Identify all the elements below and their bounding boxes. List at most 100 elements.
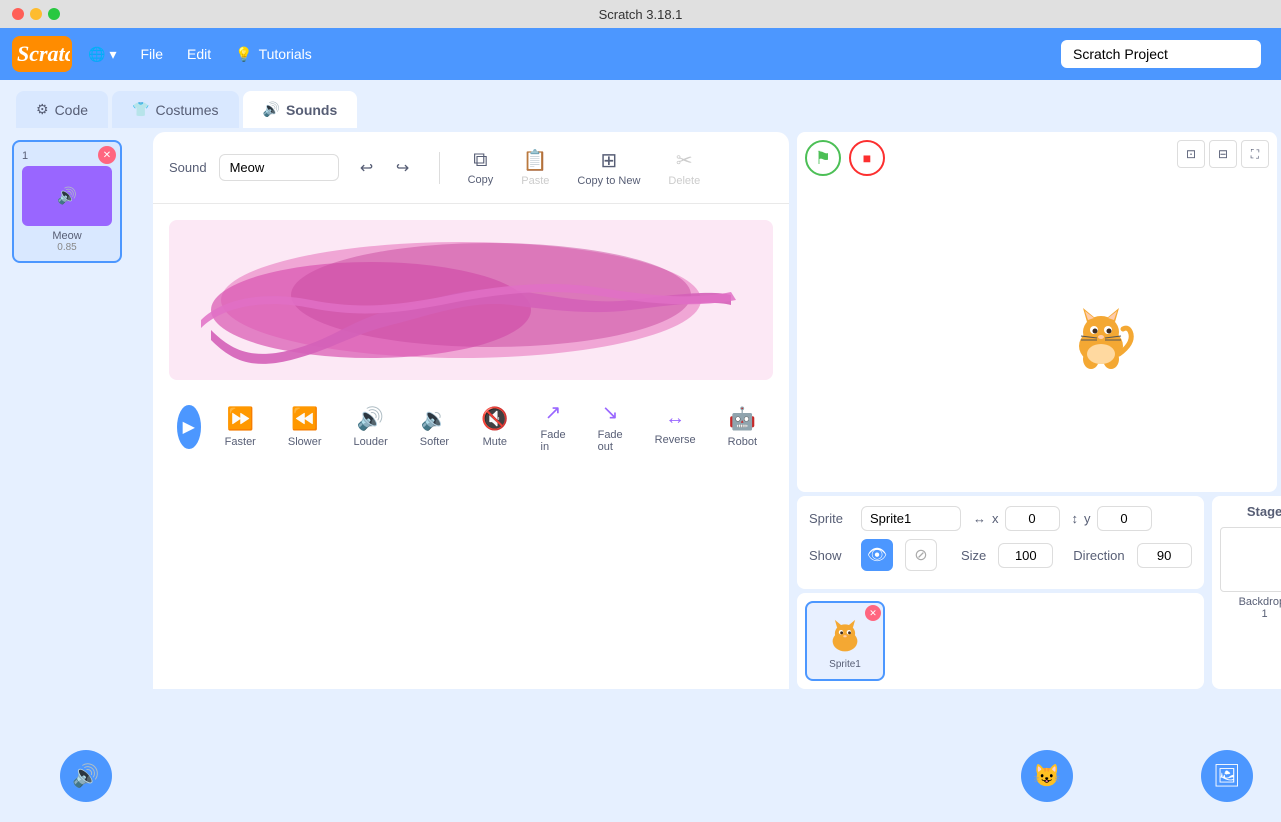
tab-sounds[interactable]: 🔊 Sounds [243, 91, 358, 128]
paste-action[interactable]: 📋 Paste [513, 144, 557, 191]
scratch-logo: Scratch [12, 36, 72, 72]
stage: ⚑ ■ ⊡ ⊟ ⛶ [797, 132, 1277, 492]
paste-icon: 📋 [523, 148, 548, 173]
sprite-area: Sprite ↔ x ↕ y [797, 496, 1204, 689]
faster-effect[interactable]: ⏩ Faster [217, 402, 264, 452]
delete-action[interactable]: ✂ Delete [660, 144, 708, 191]
fade-out-label: Fade out [598, 429, 623, 453]
x-input[interactable] [1005, 506, 1060, 531]
y-input[interactable] [1097, 506, 1152, 531]
sprite-delete-button[interactable]: ✕ [865, 605, 881, 621]
medium-stage-button[interactable]: ⊟ [1209, 140, 1237, 168]
waveform-container[interactable] [169, 220, 773, 380]
add-sound-button[interactable]: 🔊 [60, 750, 112, 802]
sound-editor: Sound ↩ ↪ ⧉ Copy 📋 Paste ⊞ Copy to New ✂… [153, 132, 789, 689]
delete-icon: ✂ [676, 148, 693, 173]
sound-list: ✕ 1 🔊 Meow 0.85 [4, 132, 149, 689]
sound-delete-button[interactable]: ✕ [98, 146, 116, 164]
waveform-svg [169, 220, 773, 380]
robot-icon: 🤖 [729, 406, 756, 432]
show-label: Show [809, 548, 849, 563]
edit-menu[interactable]: Edit [179, 42, 219, 66]
tutorials-button[interactable]: 💡 Tutorials [227, 42, 320, 67]
reverse-label: Reverse [655, 434, 696, 446]
sprite-name-input[interactable] [861, 506, 961, 531]
louder-effect[interactable]: 🔊 Louder [345, 402, 395, 452]
softer-effect[interactable]: 🔉 Softer [412, 402, 457, 452]
tutorials-icon: 💡 [235, 46, 252, 63]
playback-controls: ▶ ⏩ Faster ⏪ Slower 🔊 Louder 🔉 Softer [169, 380, 773, 473]
minimize-button[interactable] [30, 8, 42, 20]
copy-to-new-action[interactable]: ⊞ Copy to New [569, 144, 648, 191]
stage-thumbnail[interactable] [1220, 527, 1281, 592]
robot-label: Robot [728, 436, 757, 448]
copy-action[interactable]: ⧉ Copy [460, 145, 502, 190]
mute-icon: 🔇 [481, 406, 508, 432]
paste-label: Paste [521, 175, 549, 187]
list-item[interactable]: ✕ Sprite1 [805, 601, 885, 681]
language-selector[interactable]: 🌐 ▾ [80, 42, 124, 67]
reverse-effect[interactable]: ↔ Reverse [647, 403, 704, 450]
add-sound-icon: 🔊 [72, 763, 99, 789]
fade-out-icon: ↘ [602, 400, 619, 425]
slower-effect[interactable]: ⏪ Slower [280, 402, 330, 452]
sound-item-duration: 0.85 [22, 242, 112, 253]
stop-button[interactable]: ■ [849, 140, 885, 176]
tab-costumes[interactable]: 👕 Costumes [112, 91, 238, 128]
show-eye-button[interactable]: 👁 [861, 539, 893, 571]
y-coord-group: ↕ y [1072, 506, 1152, 531]
undo-redo-group: ↩ ↪ [351, 152, 419, 184]
fade-in-label: Fade in [541, 429, 566, 453]
mute-label: Mute [483, 436, 507, 448]
close-button[interactable] [12, 8, 24, 20]
menubar: Scratch 🌐 ▾ File Edit 💡 Tutorials [0, 28, 1281, 80]
redo-button[interactable]: ↪ [387, 152, 419, 184]
sprite-bottom: Sprite ↔ x ↕ y [797, 496, 1277, 689]
small-stage-button[interactable]: ⊡ [1177, 140, 1205, 168]
fade-out-effect[interactable]: ↘ Fade out [590, 396, 631, 457]
y-label: y [1084, 511, 1091, 526]
add-sprite-button[interactable]: 😺 [1021, 750, 1073, 802]
sound-thumbnail: 🔊 [22, 166, 112, 226]
y-arrows-icon: ↕ [1072, 511, 1079, 526]
mute-effect[interactable]: 🔇 Mute [473, 402, 516, 452]
window-title: Scratch 3.18.1 [599, 7, 683, 22]
sounds-tab-label: Sounds [286, 102, 337, 118]
x-coord-group: ↔ x [973, 506, 1060, 531]
direction-input[interactable] [1137, 543, 1192, 568]
green-flag-button[interactable]: ⚑ [805, 140, 841, 176]
svg-text:Scratch: Scratch [17, 41, 70, 66]
sound-toolbar: Sound ↩ ↪ ⧉ Copy 📋 Paste ⊞ Copy to New ✂… [153, 132, 789, 204]
file-menu[interactable]: File [132, 42, 171, 66]
add-stage-button[interactable]: 🖼 [1201, 750, 1253, 802]
sound-name-input[interactable] [219, 154, 339, 181]
x-label: x [992, 511, 999, 526]
backdrop-count: 1 [1262, 608, 1268, 620]
stage-controls: ⚑ ■ [805, 140, 885, 176]
sound-thumb-icon: 🔊 [57, 186, 77, 206]
main-content: ✕ 1 🔊 Meow 0.85 Sound ↩ ↪ ⧉ Copy 📋 [0, 128, 1281, 693]
tab-code[interactable]: ⚙ Code [16, 91, 108, 128]
play-button[interactable]: ▶ [177, 405, 201, 449]
undo-button[interactable]: ↩ [351, 152, 383, 184]
robot-effect[interactable]: 🤖 Robot [720, 402, 765, 452]
size-input[interactable] [998, 543, 1053, 568]
sprite-show-row: Show 👁 ⊘ Size Direction [809, 539, 1192, 571]
project-name-input[interactable] [1061, 40, 1261, 68]
sprite-label: Sprite [809, 511, 849, 526]
list-item[interactable]: ✕ 1 🔊 Meow 0.85 [12, 140, 122, 263]
titlebar: Scratch 3.18.1 [0, 0, 1281, 28]
copy-icon: ⧉ [473, 149, 487, 172]
code-tab-icon: ⚙ [36, 101, 49, 118]
faster-label: Faster [225, 436, 256, 448]
show-hidden-button[interactable]: ⊘ [905, 539, 937, 571]
faster-icon: ⏩ [227, 406, 254, 432]
sounds-tab-icon: 🔊 [263, 101, 280, 118]
direction-label: Direction [1073, 548, 1124, 563]
stage-panel-title: Stage [1247, 504, 1281, 519]
fade-in-effect[interactable]: ↗ Fade in [533, 396, 574, 457]
maximize-button[interactable] [48, 8, 60, 20]
reverse-icon: ↔ [665, 407, 685, 430]
sound-item-name: Meow [22, 230, 112, 242]
fullscreen-button[interactable]: ⛶ [1241, 140, 1269, 168]
